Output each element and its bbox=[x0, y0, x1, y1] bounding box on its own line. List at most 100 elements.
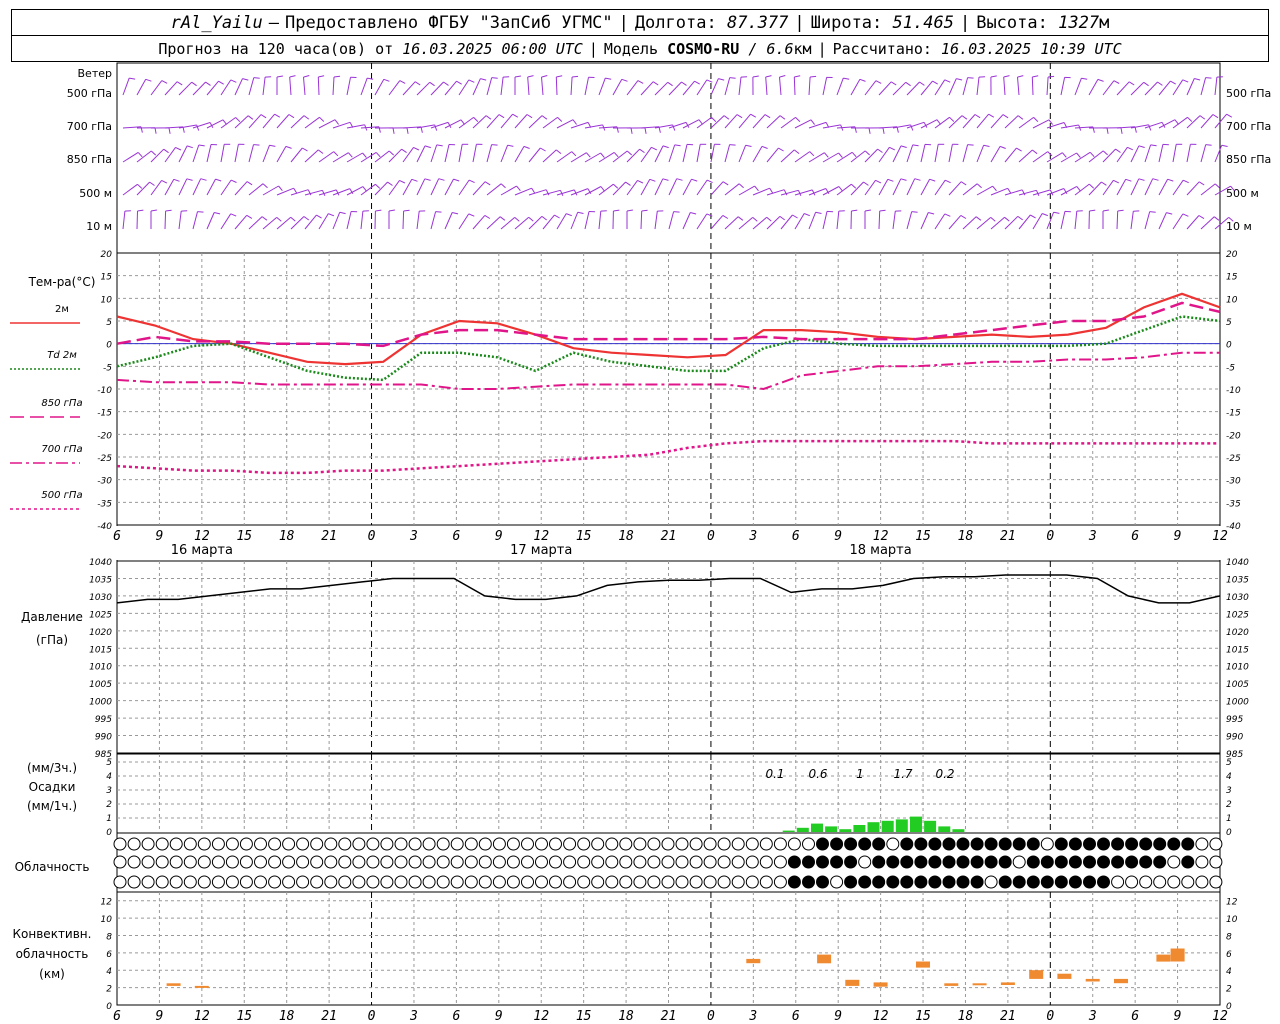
wind-barb bbox=[1102, 148, 1116, 163]
wind-barb-flag bbox=[200, 178, 207, 181]
cloud-label: Облачность bbox=[15, 860, 90, 874]
wind-barb bbox=[822, 186, 840, 196]
wind-barb-flag bbox=[706, 79, 713, 83]
wind-barb bbox=[808, 152, 825, 163]
wind-barb-flag bbox=[864, 150, 870, 156]
wind-barb bbox=[808, 121, 827, 129]
cloud-cover-symbol bbox=[1167, 875, 1181, 889]
wind-barb-flag bbox=[1017, 75, 1024, 78]
wind-barb bbox=[626, 80, 639, 96]
x-tick-label: 15 bbox=[915, 529, 931, 544]
wind-barb-flag bbox=[754, 185, 759, 192]
cloud-cover-symbol bbox=[970, 875, 984, 889]
cloud-cover-symbol bbox=[492, 875, 506, 889]
cloud-cover-symbol bbox=[563, 875, 577, 889]
wind-barb-flag bbox=[673, 211, 680, 213]
wind-barb-flag bbox=[944, 213, 951, 217]
wind-barb-flag bbox=[484, 214, 491, 219]
cloud-cover-symbol bbox=[1125, 855, 1139, 869]
wind-barb-flag bbox=[586, 152, 591, 158]
wind-barb-flag bbox=[626, 150, 633, 156]
cloud-cover-symbol bbox=[268, 875, 282, 889]
wind-barb bbox=[808, 188, 826, 196]
wind-barb bbox=[822, 77, 828, 96]
wind-barb-flag bbox=[401, 148, 407, 154]
temp-y-tick-right: -35 bbox=[1226, 499, 1241, 509]
wind-barb bbox=[1200, 144, 1207, 163]
wind-barb bbox=[220, 144, 225, 163]
conv-cloud-bar bbox=[1114, 978, 1128, 984]
cloud-cover-symbol bbox=[703, 855, 717, 869]
cloud-cover-symbol bbox=[408, 875, 422, 889]
wind-barb bbox=[1018, 214, 1031, 230]
wind-barb-flag bbox=[738, 183, 744, 189]
wind-barb-flag bbox=[484, 181, 491, 186]
cloud-cover-symbol bbox=[1209, 875, 1223, 889]
cloud-cover-symbol bbox=[352, 875, 366, 889]
temp-y-tick: -5 bbox=[103, 363, 112, 373]
wind-barb bbox=[486, 183, 502, 196]
wind-barb-flag bbox=[276, 217, 282, 222]
wind-barb-flag bbox=[761, 145, 768, 149]
wind-level-label-right: 10 м bbox=[1226, 220, 1252, 233]
wind-barb bbox=[724, 216, 739, 230]
wind-barb-flag bbox=[890, 81, 897, 86]
wind-barb bbox=[892, 145, 902, 163]
cloud-cover-symbol bbox=[268, 855, 282, 869]
wind-barb bbox=[458, 144, 463, 163]
cloud-cover-symbol bbox=[717, 855, 731, 869]
wind-barb bbox=[192, 144, 200, 163]
wind-barb-flag bbox=[681, 81, 687, 86]
wind-barb-flag bbox=[929, 178, 936, 182]
wind-barb bbox=[696, 116, 712, 129]
cloud-cover-symbol bbox=[577, 855, 591, 869]
wind-barb bbox=[1031, 76, 1034, 96]
wind-barb-flag bbox=[1097, 78, 1104, 82]
cloud-cover-symbol bbox=[506, 837, 520, 851]
wind-barb bbox=[640, 179, 651, 196]
wind-barb-flag bbox=[424, 178, 431, 181]
wind-barb bbox=[920, 144, 926, 163]
wind-barb bbox=[1144, 178, 1154, 196]
cloud-cover-symbol bbox=[422, 855, 436, 869]
precip-y-tick-right: 0 bbox=[1226, 828, 1232, 838]
cloud-cover-symbol bbox=[633, 855, 647, 869]
wind-barb-flag bbox=[974, 114, 981, 119]
wind-barb bbox=[374, 79, 385, 96]
wind-barb-flag bbox=[514, 217, 520, 222]
wind-barb-flag bbox=[411, 178, 418, 182]
wind-barb-flag bbox=[399, 80, 406, 84]
wind-barb bbox=[1200, 183, 1216, 196]
wind-barb-flag bbox=[197, 211, 204, 213]
wind-barb bbox=[779, 77, 782, 96]
cloud-cover-symbol bbox=[872, 875, 886, 889]
cloud-cover-symbol bbox=[338, 855, 352, 869]
wind-barb bbox=[1144, 211, 1151, 230]
cloud-cover-symbol bbox=[1125, 875, 1139, 889]
wind-barb bbox=[738, 185, 755, 196]
wind-barb-flag bbox=[191, 81, 197, 87]
conv-y-tick-right: 10 bbox=[1226, 915, 1238, 925]
wind-barb bbox=[780, 214, 793, 230]
wind-barb bbox=[1102, 180, 1114, 196]
cloud-cover-symbol bbox=[183, 837, 197, 851]
wind-barb-flag bbox=[706, 213, 713, 217]
wind-barb bbox=[150, 148, 165, 163]
wind-barb bbox=[752, 146, 763, 163]
wind-barb bbox=[976, 145, 985, 163]
cloud-cover-symbol bbox=[478, 837, 492, 851]
cloud-cover-symbol bbox=[675, 875, 689, 889]
wind-barb-flag bbox=[983, 144, 990, 147]
cloud-cover-symbol bbox=[914, 837, 928, 851]
cloud-cover-symbol bbox=[745, 875, 759, 889]
wind-barb-flag bbox=[868, 127, 871, 134]
wind-barb-flag bbox=[944, 79, 951, 83]
wind-barb bbox=[934, 213, 946, 230]
wind-barb bbox=[794, 151, 810, 163]
wind-barb-flag bbox=[137, 183, 143, 189]
cloud-cover-symbol bbox=[254, 837, 267, 851]
cloud-cover-symbol bbox=[591, 855, 605, 869]
wind-barb-flag bbox=[1076, 186, 1081, 192]
wind-barb bbox=[850, 181, 864, 196]
wind-barb-flag bbox=[429, 81, 435, 87]
